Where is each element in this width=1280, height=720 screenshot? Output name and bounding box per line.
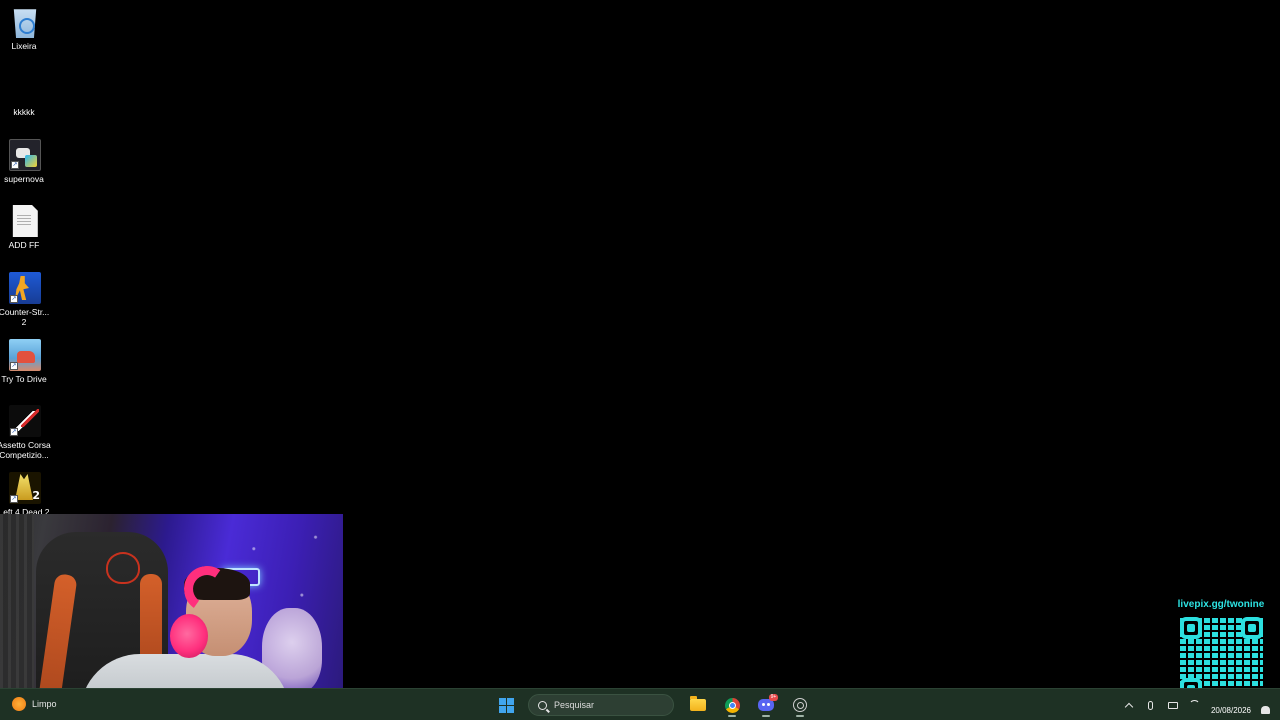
show-hidden-icons-button[interactable] bbox=[1123, 700, 1135, 712]
monitor-icon bbox=[1167, 701, 1178, 709]
text-document-icon bbox=[12, 205, 38, 237]
shortcut-arrow-icon: ↗ bbox=[11, 161, 19, 169]
chevron-up-icon bbox=[1124, 702, 1134, 712]
desktop-icon-supernova[interactable]: ↗ supernova bbox=[0, 139, 50, 184]
network-icon bbox=[1189, 699, 1201, 711]
taskbar-app-discord[interactable]: 9+ bbox=[752, 693, 780, 717]
desktop-icon-label: Assetto Corsa Competizio... bbox=[0, 440, 51, 460]
system-tray: 20/08/2026 bbox=[1123, 689, 1270, 720]
desktop-icon-label: kkkkk bbox=[13, 107, 35, 117]
sun-icon bbox=[12, 697, 26, 711]
desktop-icon-counter-strike[interactable]: ↗ Counter-Str... 2 bbox=[0, 272, 50, 327]
webcam-window-blinds bbox=[0, 514, 34, 707]
desktop-icon-assetto-corsa[interactable]: ↗ Assetto Corsa Competizio... bbox=[0, 405, 51, 460]
qr-finder-pattern bbox=[1180, 617, 1202, 639]
obs-icon bbox=[793, 698, 807, 712]
taskbar-app-obs[interactable] bbox=[786, 693, 814, 717]
desktop-icon-recycle-bin[interactable]: Lixeira bbox=[0, 6, 50, 51]
microphone-icon bbox=[1148, 700, 1154, 710]
try-to-drive-icon: ↗ bbox=[9, 339, 41, 371]
search-placeholder: Pesquisar bbox=[554, 700, 595, 710]
webcam-overlay bbox=[0, 514, 343, 707]
desktop-icon-label: supernova bbox=[4, 174, 44, 184]
windows-logo-tile bbox=[507, 698, 514, 705]
assetto-corsa-icon: ↗ bbox=[9, 405, 41, 437]
microphone-tray-button[interactable] bbox=[1145, 700, 1157, 710]
weather-widget[interactable]: Limpo bbox=[12, 697, 57, 711]
shortcut-arrow-icon: ↗ bbox=[10, 295, 18, 303]
webcam-headphone-cup bbox=[170, 614, 208, 658]
chrome-icon bbox=[724, 697, 740, 713]
windows-logo-tile bbox=[507, 706, 514, 713]
desktop-icon-label: Counter-Str... 2 bbox=[0, 307, 50, 327]
file-explorer-icon bbox=[690, 696, 706, 711]
search-icon bbox=[538, 700, 547, 710]
desktop-icon-label: Lixeira bbox=[11, 41, 37, 51]
desktop-icon-left-4-dead-2[interactable]: ↗ Left 4 Dead 2 bbox=[0, 472, 50, 517]
taskbar-search-box[interactable]: Pesquisar bbox=[528, 694, 674, 716]
desktop-icon-add-ff[interactable]: ADD FF bbox=[0, 205, 50, 250]
network-tray-button[interactable] bbox=[1189, 699, 1201, 711]
desktop-icon-label: Try To Drive bbox=[1, 374, 47, 384]
taskbar-app-chrome[interactable] bbox=[718, 693, 746, 717]
clock-date[interactable]: 20/08/2026 bbox=[1211, 706, 1251, 716]
desktop-icon-kkkkk[interactable]: kkkkk bbox=[0, 72, 50, 117]
notification-badge: 9+ bbox=[769, 694, 778, 701]
windows-logo-tile bbox=[499, 706, 506, 713]
counter-strike-icon: ↗ bbox=[9, 272, 41, 304]
shortcut-arrow-icon: ↗ bbox=[10, 362, 18, 370]
shortcut-arrow-icon: ↗ bbox=[10, 428, 18, 436]
start-button[interactable] bbox=[494, 693, 518, 717]
blank-icon bbox=[9, 72, 41, 104]
desktop-icon-try-to-drive[interactable]: ↗ Try To Drive bbox=[0, 339, 50, 384]
weather-text: Limpo bbox=[32, 699, 57, 709]
recycle-bin-icon bbox=[13, 9, 37, 38]
display-tray-button[interactable] bbox=[1167, 701, 1179, 709]
desktop-icon-label: ADD FF bbox=[8, 240, 40, 250]
shortcut-arrow-icon: ↗ bbox=[10, 495, 18, 503]
windows-logo-tile bbox=[499, 698, 506, 705]
taskbar-center: Pesquisar 9+ bbox=[494, 693, 814, 717]
qr-finder-pattern bbox=[1241, 617, 1263, 639]
taskbar: Limpo Pesquisar 9+ 20/08/2026 bbox=[0, 688, 1280, 720]
taskbar-app-file-explorer[interactable] bbox=[684, 693, 712, 717]
supernova-app-icon: ↗ bbox=[9, 139, 41, 171]
notification-bell-icon[interactable] bbox=[1261, 706, 1270, 714]
left-4-dead-icon: ↗ bbox=[9, 472, 41, 504]
livepix-link-label: livepix.gg/twonine bbox=[1177, 599, 1265, 610]
webcam-chair-logo bbox=[106, 552, 140, 584]
